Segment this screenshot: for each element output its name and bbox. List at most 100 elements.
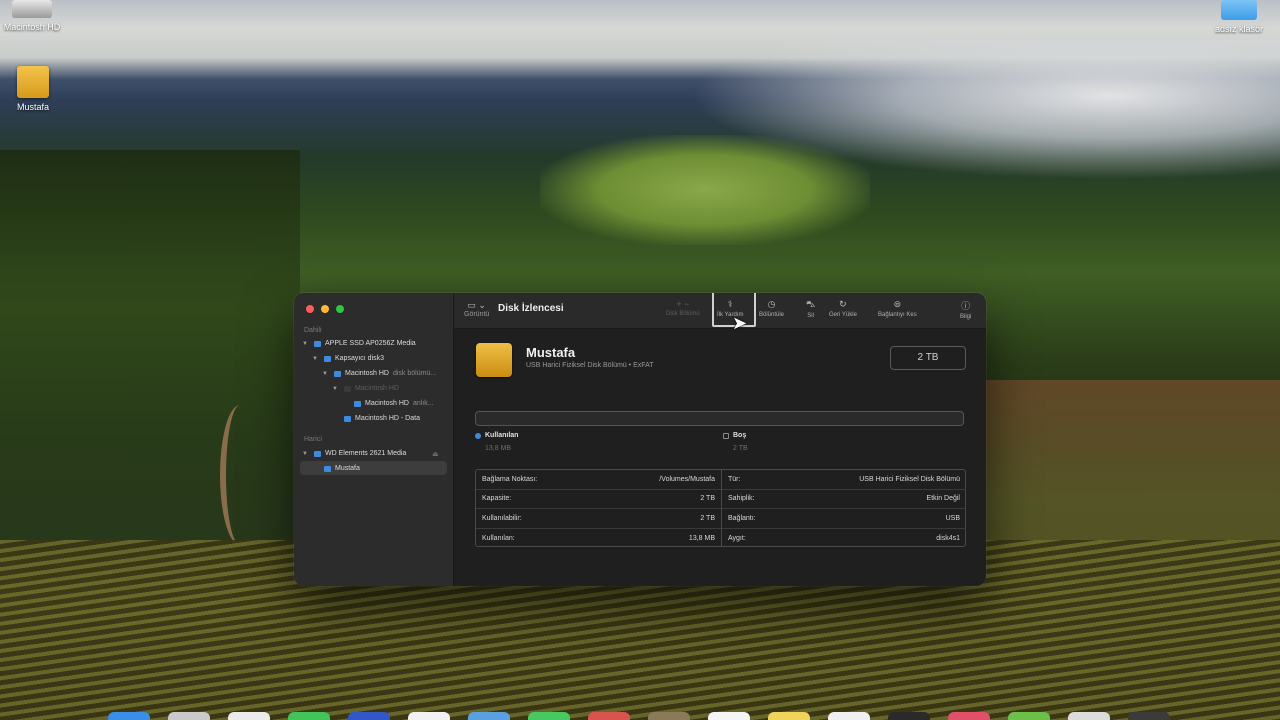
sidebar-item-extra: anlık...	[412, 400, 434, 407]
dock-app-icon[interactable]	[468, 712, 510, 720]
container-icon	[324, 355, 331, 362]
sidebar-item-container[interactable]: ▼ Kapsayıcı disk3	[312, 355, 384, 362]
chevron-down-icon[interactable]: ▼	[332, 386, 340, 392]
dock-app-icon[interactable]	[228, 712, 270, 720]
dock-app-icon[interactable]	[648, 712, 690, 720]
desktop-icon-folder[interactable]: adsız klasör	[1199, 0, 1279, 34]
usage-bar	[475, 411, 964, 426]
dock-app-icon[interactable]	[768, 712, 810, 720]
info-row: Bağlama Noktası: /Volumes/Mustafa	[476, 470, 721, 490]
desktop-icon-label: Macintosh HD	[3, 22, 61, 32]
info-row: Sahiplik: Etkin Değil	[722, 490, 966, 509]
dock-app-icon[interactable]	[168, 712, 210, 720]
partition-split-button[interactable]: ◷ Bölüntüle	[759, 299, 784, 318]
volume-subtitle: USB Harici Fiziksel Disk Bölümü • ExFAT	[526, 362, 654, 369]
sidebar-item-macintosh-hd[interactable]: ▼ Macintosh HD disk bölümü...	[322, 370, 436, 377]
sidebar-item-label: APPLE SSD AP0256Z Media	[325, 340, 416, 347]
restore-button[interactable]: ↻ Geri Yükle	[829, 299, 857, 318]
info-row: Aygıt: disk4s1	[722, 529, 966, 549]
sidebar-section-internal: Dahili	[304, 327, 322, 334]
info-column-right: Tür: USB Harici Fiziksel Disk Bölümü Sah…	[721, 470, 966, 546]
toolbar-button-label: Sil	[807, 313, 814, 319]
desktop-icon-macintosh-hd[interactable]: Macintosh HD	[0, 0, 72, 32]
info-row: Tür: USB Harici Fiziksel Disk Bölümü	[722, 470, 966, 490]
info-value: 2 TB	[700, 514, 715, 522]
info-row: Bağlantı: USB	[722, 509, 966, 529]
window-title: Disk İzlencesi	[498, 303, 564, 314]
chevron-down-icon[interactable]: ▼	[312, 356, 320, 362]
info-value: Etkin Değil	[926, 495, 960, 503]
unmount-button[interactable]: ⊜ Bağlantıyı Kes	[878, 299, 917, 318]
dock-app-icon[interactable]	[828, 712, 870, 720]
toolbar: ▭ ⌄ Görüntü Disk İzlencesi + − Disk Bölü…	[454, 293, 986, 333]
desktop-icon-mustafa[interactable]: Mustafa	[0, 66, 73, 112]
sidebar-item-label: Macintosh HD	[365, 400, 409, 407]
volume-details: Mustafa USB Harici Fiziksel Disk Bölümü …	[454, 329, 986, 586]
toolbar-button-label: Geri Yükle	[829, 312, 857, 318]
close-button[interactable]	[306, 305, 314, 313]
external-disk-icon	[17, 66, 49, 98]
info-row: Kullanılan: 13,8 MB	[476, 529, 721, 549]
dock-app-icon[interactable]	[588, 712, 630, 720]
dock-app-icon[interactable]	[288, 712, 330, 720]
volume-size-badge: 2 TB	[890, 346, 966, 370]
info-column-left: Bağlama Noktası: /Volumes/Mustafa Kapasi…	[476, 470, 721, 546]
clock-icon: ◷	[767, 299, 776, 309]
external-disk-icon	[476, 343, 512, 377]
sidebar-item-macintosh-hd-data[interactable]: Macintosh HD - Data	[344, 415, 420, 422]
window-controls	[306, 305, 344, 313]
dock-app-icon[interactable]	[408, 712, 450, 720]
sidebar-item-apple-ssd[interactable]: ▼ APPLE SSD AP0256Z Media	[302, 340, 416, 347]
info-value: /Volumes/Mustafa	[659, 475, 715, 483]
eject-icon[interactable]: ⏏	[432, 450, 439, 458]
dock	[100, 712, 1180, 720]
volume-icon	[334, 370, 341, 377]
volume-group-icon	[344, 385, 351, 392]
toolbar-button-label: Bölüntüle	[759, 312, 785, 318]
info-value: 2 TB	[700, 495, 715, 503]
erase-button[interactable]: ⛍ Sil	[806, 299, 815, 319]
hard-drive-icon	[12, 0, 52, 18]
volume-name: Mustafa	[526, 345, 576, 360]
desktop-icon-label: adsız klasör	[1214, 24, 1264, 34]
wallpaper-road	[220, 405, 260, 545]
minimize-button[interactable]	[321, 305, 329, 313]
sidebar-item-extra: disk bölümü...	[392, 370, 437, 377]
info-button[interactable]: ⓘ Bilgi	[960, 299, 971, 320]
info-key: Sahiplik:	[728, 495, 755, 503]
sidebar-item-macintosh-hd-group[interactable]: ▼ Macintosh HD	[332, 385, 399, 392]
chevron-down-icon[interactable]: ▼	[302, 451, 310, 457]
external-disk-icon	[314, 450, 321, 457]
sidebar-item-wd-elements[interactable]: ▼ WD Elements 2621 Media	[302, 450, 406, 457]
dock-app-icon[interactable]	[1128, 712, 1170, 720]
sidebar-item-label: Macintosh HD	[355, 385, 399, 392]
sidebar-item-mustafa[interactable]: Mustafa	[324, 465, 360, 472]
info-key: Bağlantı:	[728, 514, 756, 522]
legend-free: Boş	[723, 432, 746, 439]
view-button[interactable]: ▭ ⌄ Görüntü	[464, 300, 489, 318]
sidebar-item-label: Macintosh HD - Data	[355, 415, 420, 422]
dock-app-icon[interactable]	[1008, 712, 1050, 720]
desktop-icon-label: Mustafa	[16, 102, 49, 112]
chevron-down-icon[interactable]: ▼	[302, 341, 310, 347]
unmount-icon: ⊜	[893, 299, 902, 309]
zoom-button[interactable]	[336, 305, 344, 313]
dock-app-icon[interactable]	[348, 712, 390, 720]
partition-button[interactable]: + − Disk Bölümü	[666, 299, 700, 317]
info-icon: ⓘ	[961, 301, 971, 311]
sidebar-item-macintosh-hd-snapshot[interactable]: Macintosh HD anlık...	[354, 400, 434, 407]
restore-icon: ↻	[839, 299, 847, 309]
legend-free-value: 2 TB	[733, 445, 748, 452]
disk-utility-window: Dahili ▼ APPLE SSD AP0256Z Media ▼ Kapsa…	[294, 293, 986, 586]
dock-app-icon[interactable]	[888, 712, 930, 720]
dock-app-icon[interactable]	[948, 712, 990, 720]
sidebar-selection-highlight	[300, 461, 447, 475]
dock-app-icon[interactable]	[528, 712, 570, 720]
dock-app-icon[interactable]	[108, 712, 150, 720]
dock-app-icon[interactable]	[708, 712, 750, 720]
sidebar-section-external: Harici	[304, 436, 322, 443]
info-row: Kullanılabilir: 2 TB	[476, 509, 721, 529]
dock-app-icon[interactable]	[1068, 712, 1110, 720]
sidebar-item-label: Kapsayıcı disk3	[335, 355, 385, 362]
chevron-down-icon[interactable]: ▼	[322, 371, 330, 377]
